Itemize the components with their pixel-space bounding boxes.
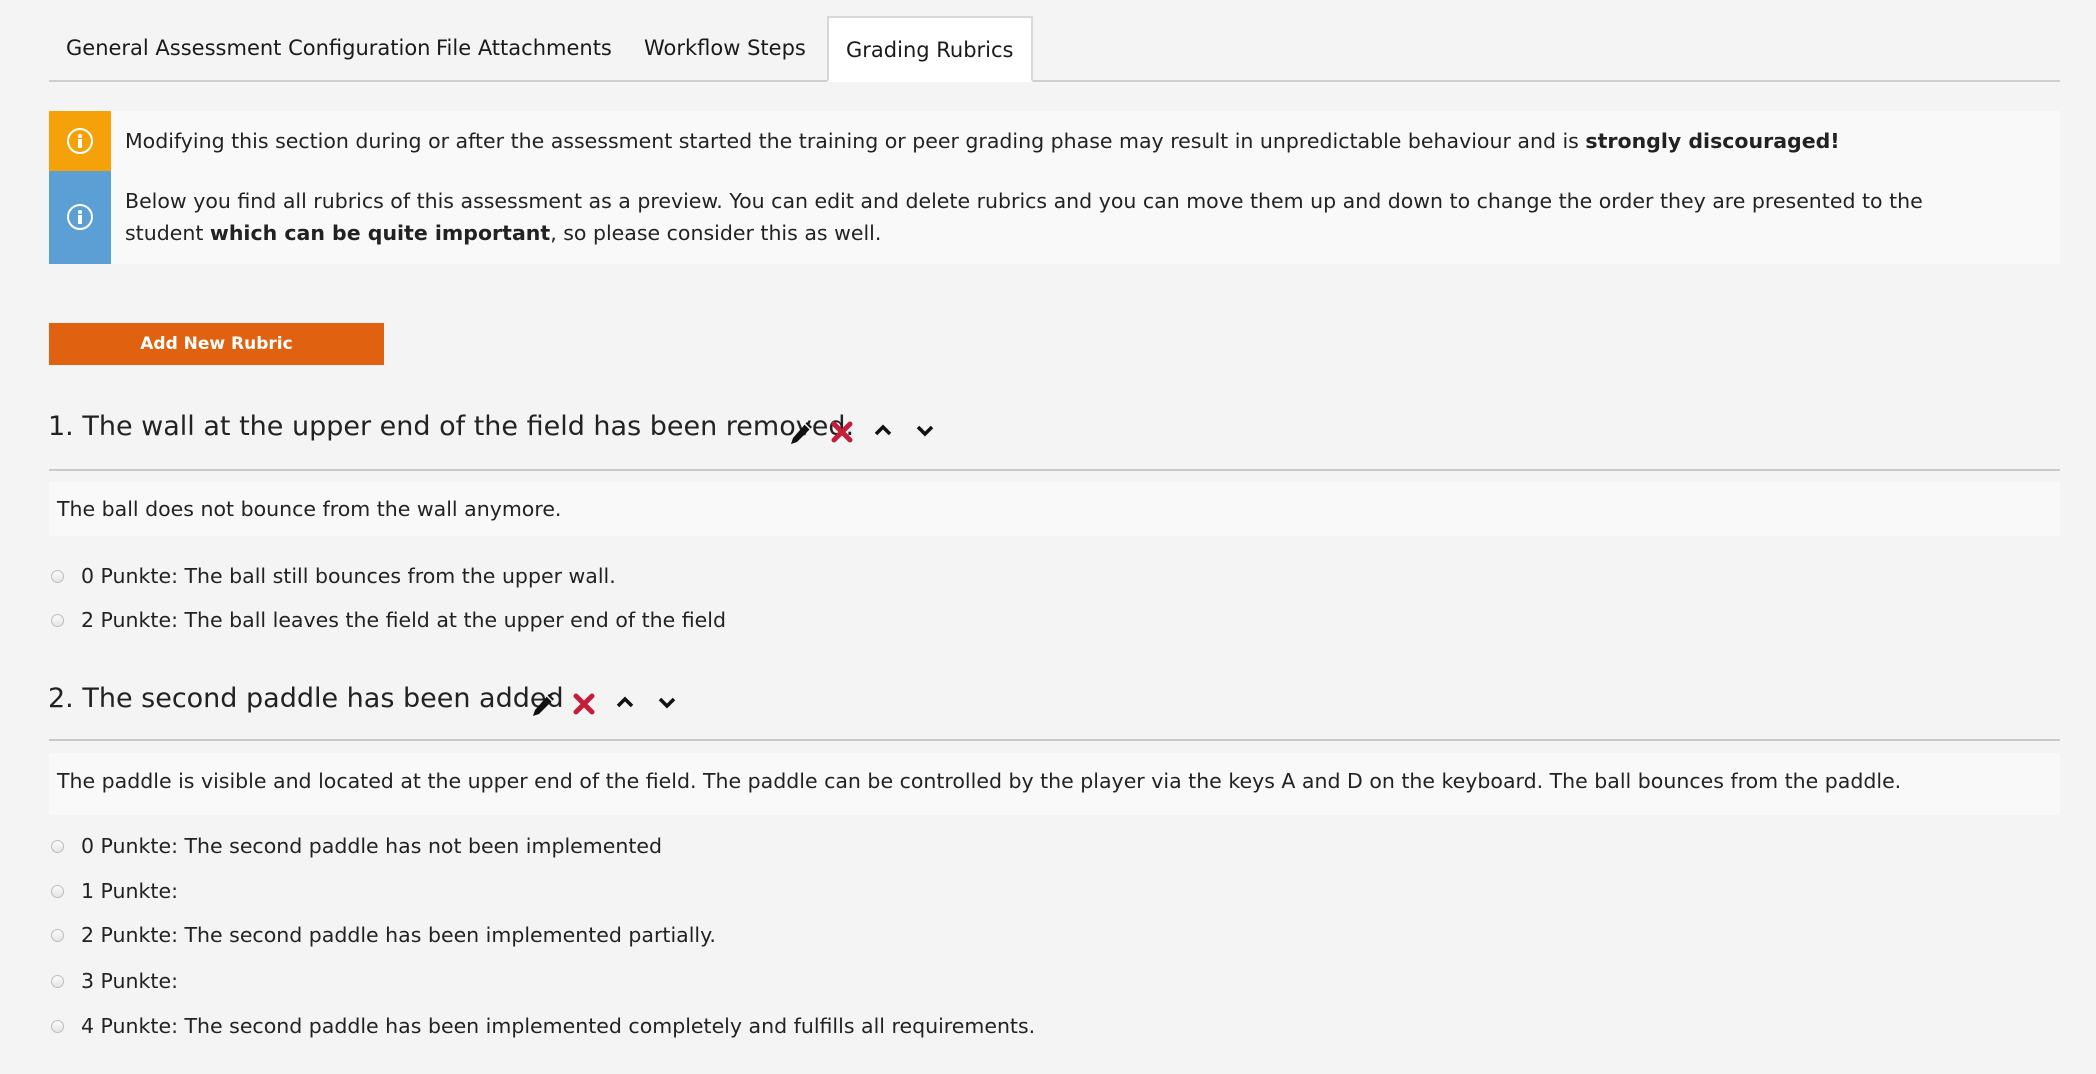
rubric-actions: [529, 687, 689, 719]
pencil-icon[interactable]: [787, 415, 815, 447]
option-radio[interactable]: [51, 885, 64, 898]
option-label: 2 Punkte: The second paddle has been imp…: [81, 923, 716, 947]
delete-x-icon[interactable]: [571, 687, 599, 719]
chevron-up-icon[interactable]: [614, 687, 642, 719]
info-notice-text: Below you find all rubrics of this asses…: [125, 185, 2000, 249]
option-radio[interactable]: [51, 929, 64, 942]
warning-emphasis: strongly discouraged!: [1585, 129, 1840, 153]
option-radio[interactable]: [51, 1020, 64, 1033]
chevron-down-icon[interactable]: [656, 687, 684, 719]
warning-text: Modifying this section during or after t…: [125, 129, 1586, 153]
info-emphasis: which can be quite important: [209, 221, 551, 245]
rubric-description: The paddle is visible and located at the…: [49, 753, 2060, 815]
page: General Assessment Configuration File At…: [0, 0, 2096, 1074]
delete-x-icon[interactable]: [829, 415, 857, 447]
option-radio[interactable]: [51, 975, 64, 988]
info-text-tail: , so please consider this as well.: [550, 221, 882, 245]
option-label: 4 Punkte: The second paddle has been imp…: [81, 1014, 1036, 1038]
warning-notice-text: Modifying this section during or after t…: [125, 125, 2000, 157]
option-label: 2 Punkte: The ball leaves the field at t…: [81, 608, 726, 632]
option-label: 3 Punkte:: [81, 969, 178, 993]
option-label: 0 Punkte: The ball still bounces from th…: [81, 564, 616, 588]
warning-notice-bar: [49, 111, 111, 171]
chevron-down-icon[interactable]: [914, 415, 942, 447]
rubric-actions: [787, 415, 947, 447]
tab-bar: General Assessment Configuration File At…: [49, 16, 2060, 82]
info-circle-icon: [67, 128, 93, 154]
rubric-description-text: The ball does not bounce from the wall a…: [57, 497, 562, 521]
info-notice: Below you find all rubrics of this asses…: [49, 171, 2060, 264]
chevron-up-icon[interactable]: [872, 415, 900, 447]
info-circle-icon: [67, 204, 93, 230]
option-radio[interactable]: [51, 614, 64, 627]
option-radio[interactable]: [51, 570, 64, 583]
rubric-title: 1. The wall at the upper end of the fiel…: [48, 411, 855, 442]
tab-workflow-steps[interactable]: Workflow Steps: [627, 16, 823, 80]
divider: [49, 469, 2060, 471]
divider: [49, 739, 2060, 741]
rubric-description-text: The paddle is visible and located at the…: [57, 769, 1902, 793]
option-radio[interactable]: [51, 840, 64, 853]
info-notice-bar: [49, 171, 111, 264]
rubric-description: The ball does not bounce from the wall a…: [49, 482, 2060, 536]
tab-grading-rubrics[interactable]: Grading Rubrics: [827, 16, 1033, 82]
tab-file-attachments[interactable]: File Attachments: [419, 16, 629, 80]
add-new-rubric-button[interactable]: Add New Rubric: [49, 323, 384, 365]
option-label: 0 Punkte: The second paddle has not been…: [81, 834, 662, 858]
tab-general-assessment-configuration[interactable]: General Assessment Configuration: [49, 16, 448, 80]
pencil-icon[interactable]: [529, 687, 557, 719]
warning-notice: Modifying this section during or after t…: [49, 111, 2060, 171]
rubric-title: 2. The second paddle has been added: [48, 683, 564, 714]
option-label: 1 Punkte:: [81, 879, 178, 903]
